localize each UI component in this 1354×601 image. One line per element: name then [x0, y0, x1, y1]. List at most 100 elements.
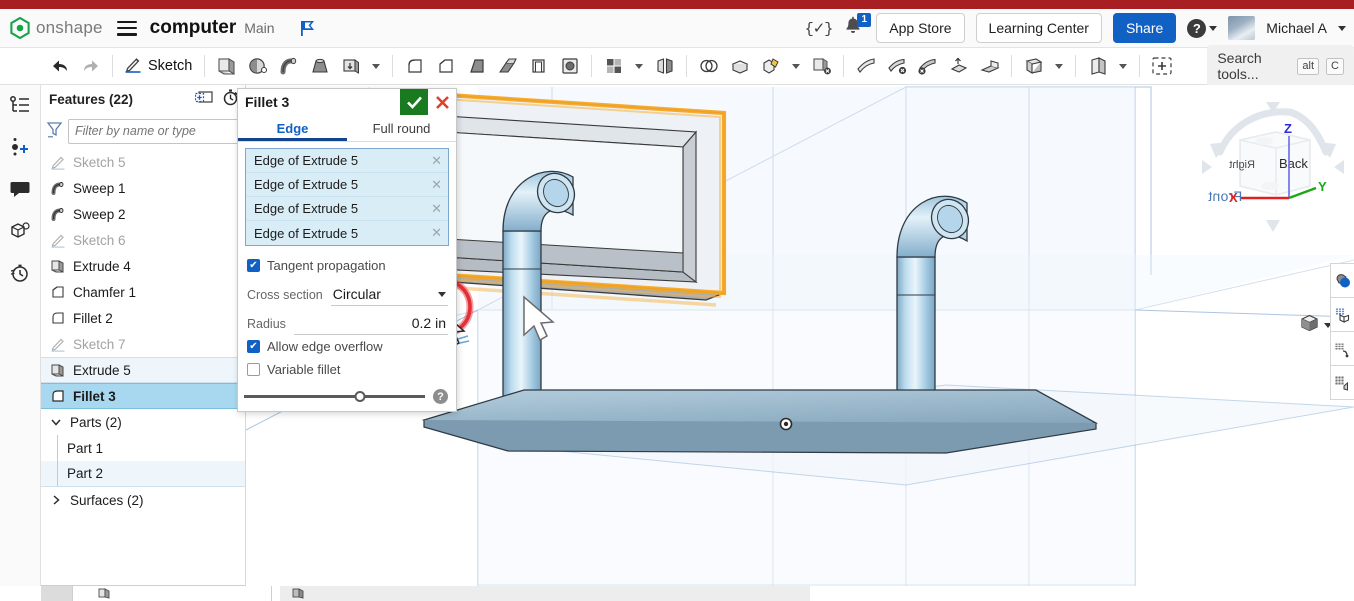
derive-icon[interactable] [1082, 51, 1113, 81]
remove-x-icon[interactable]: ✕ [431, 225, 442, 241]
sweep-icon[interactable] [273, 51, 304, 81]
display-style-control[interactable] [1299, 313, 1332, 338]
section-view-icon[interactable] [1330, 297, 1354, 332]
radius-field[interactable]: Radius 0.2 in [247, 306, 448, 335]
app-store-button[interactable]: App Store [876, 13, 965, 43]
entity-row[interactable]: Edge of Extrude 5 ✕ [246, 221, 448, 245]
notifications-icon[interactable]: 1 [843, 13, 872, 40]
transform-chevron-icon[interactable] [786, 51, 806, 81]
plane-chevron-icon[interactable] [1049, 51, 1069, 81]
mass-properties-icon[interactable] [1330, 365, 1354, 400]
feature-item-sketch-6[interactable]: Sketch 6 [41, 227, 245, 253]
part-info-icon[interactable] [6, 218, 34, 244]
chevron-right-icon[interactable] [49, 494, 63, 506]
boolean-icon[interactable] [693, 51, 724, 81]
chamfer-icon[interactable] [430, 51, 461, 81]
bottom-tab-assembly[interactable] [280, 586, 810, 601]
bottom-tab-add-button[interactable] [41, 586, 72, 601]
sheet-metal-icon[interactable] [850, 51, 881, 81]
radius-slider[interactable] [244, 390, 425, 404]
onshape-logo[interactable]: onshape [10, 16, 103, 40]
parts-group-header[interactable]: Parts (2) [41, 409, 245, 435]
feature-item-fillet-3[interactable]: Fillet 3 [41, 383, 245, 409]
derive-chevron-icon[interactable] [1113, 51, 1133, 81]
help-menu[interactable]: ? [1187, 18, 1218, 38]
hamburger-icon[interactable] [116, 20, 137, 36]
user-menu-chevron-icon[interactable] [1338, 25, 1346, 31]
tab-edge[interactable]: Edge [238, 115, 347, 141]
feature-item-extrude-4[interactable]: Extrude 4 [41, 253, 245, 279]
entity-row[interactable]: Edge of Extrude 5 ✕ [246, 173, 448, 197]
allow-edge-overflow-checkbox[interactable]: Allow edge overflow [247, 335, 448, 358]
funnel-icon[interactable] [46, 120, 63, 143]
pattern-chevron-icon[interactable] [629, 51, 649, 81]
cross-section-select[interactable]: Circular [330, 286, 448, 306]
undo-arrow-icon[interactable] [44, 51, 75, 81]
thicken-icon[interactable] [335, 51, 366, 81]
tangent-propagation-checkbox[interactable]: Tangent propagation [247, 254, 448, 277]
remove-x-icon[interactable]: ✕ [431, 201, 442, 217]
comments-icon[interactable] [6, 176, 34, 202]
split-icon[interactable] [724, 51, 755, 81]
variable-fillet-checkbox[interactable]: Variable fillet [247, 358, 448, 381]
surfaces-group-header[interactable]: Surfaces (2) [41, 487, 245, 513]
transform-icon[interactable] [755, 51, 786, 81]
fillet-icon[interactable] [399, 51, 430, 81]
extrude-icon[interactable] [211, 51, 242, 81]
cancel-button[interactable] [428, 89, 456, 115]
chevron-down-icon[interactable] [49, 416, 63, 428]
remove-x-icon[interactable]: ✕ [431, 177, 442, 193]
accept-button[interactable] [400, 89, 428, 115]
feature-item-sweep-2[interactable]: Sweep 2 [41, 201, 245, 227]
part-item-part-1[interactable]: Part 1 [41, 435, 245, 461]
redo-arrow-icon[interactable] [75, 51, 106, 81]
history-icon[interactable] [6, 260, 34, 286]
remove-x-icon[interactable]: ✕ [431, 153, 442, 169]
feature-item-sweep-1[interactable]: Sweep 1 [41, 175, 245, 201]
avatar[interactable] [1228, 16, 1256, 40]
cross-section-field[interactable]: Cross section Circular [247, 277, 448, 306]
slider-handle[interactable] [354, 391, 366, 402]
shell-icon[interactable] [523, 51, 554, 81]
hole-icon[interactable] [554, 51, 585, 81]
feature-item-sketch-7[interactable]: Sketch 7 [41, 331, 245, 357]
rotate-right-arrow [1318, 142, 1336, 158]
loft-icon[interactable] [304, 51, 335, 81]
feature-item-chamfer-1[interactable]: Chamfer 1 [41, 279, 245, 305]
measure-grid-icon[interactable] [1330, 331, 1354, 366]
appearance-icon[interactable] [1330, 263, 1354, 298]
add-variable-icon[interactable] [6, 134, 34, 160]
part-item-part-2[interactable]: Part 2 [41, 461, 245, 487]
revolve-icon[interactable] [242, 51, 273, 81]
radius-input[interactable]: 0.2 in [293, 315, 448, 335]
sheet-metal-flange-icon[interactable] [974, 51, 1005, 81]
share-button[interactable]: Share [1112, 13, 1177, 43]
featurescript-icon[interactable]: {✓} [805, 19, 834, 38]
feature-item-sketch-5[interactable]: Sketch 5 [41, 149, 245, 175]
feature-list-icon[interactable] [6, 92, 34, 118]
insert-part-icon[interactable] [1146, 51, 1177, 81]
more-features-chevron-icon[interactable] [366, 51, 386, 81]
mirror-icon[interactable] [649, 51, 680, 81]
linear-pattern-icon[interactable] [598, 51, 629, 81]
learning-center-button[interactable]: Learning Center [975, 13, 1102, 43]
entity-row[interactable]: Edge of Extrude 5 ✕ [246, 149, 448, 173]
question-help-icon[interactable]: ? [433, 389, 448, 404]
new-folder-icon[interactable] [194, 89, 213, 110]
plane-icon[interactable] [1018, 51, 1049, 81]
tab-full-round[interactable]: Full round [347, 115, 456, 141]
features-filter-input[interactable] [68, 118, 245, 144]
sketch-button[interactable]: Sketch [119, 54, 198, 78]
replace-face-icon[interactable] [943, 51, 974, 81]
feature-item-extrude-5[interactable]: Extrude 5 [41, 357, 245, 383]
draft-icon[interactable] [461, 51, 492, 81]
view-cube[interactable]: Right Back Z X Y [1198, 100, 1348, 255]
search-tools-field[interactable]: Search tools... alt C [1207, 45, 1354, 87]
branch-flag-icon[interactable] [297, 18, 319, 38]
delete-part-icon[interactable] [806, 51, 837, 81]
feature-item-fillet-2[interactable]: Fillet 2 [41, 305, 245, 331]
delete-face-icon[interactable] [881, 51, 912, 81]
entity-row[interactable]: Edge of Extrude 5 ✕ [246, 197, 448, 221]
rib-icon[interactable] [492, 51, 523, 81]
move-face-icon[interactable] [912, 51, 943, 81]
